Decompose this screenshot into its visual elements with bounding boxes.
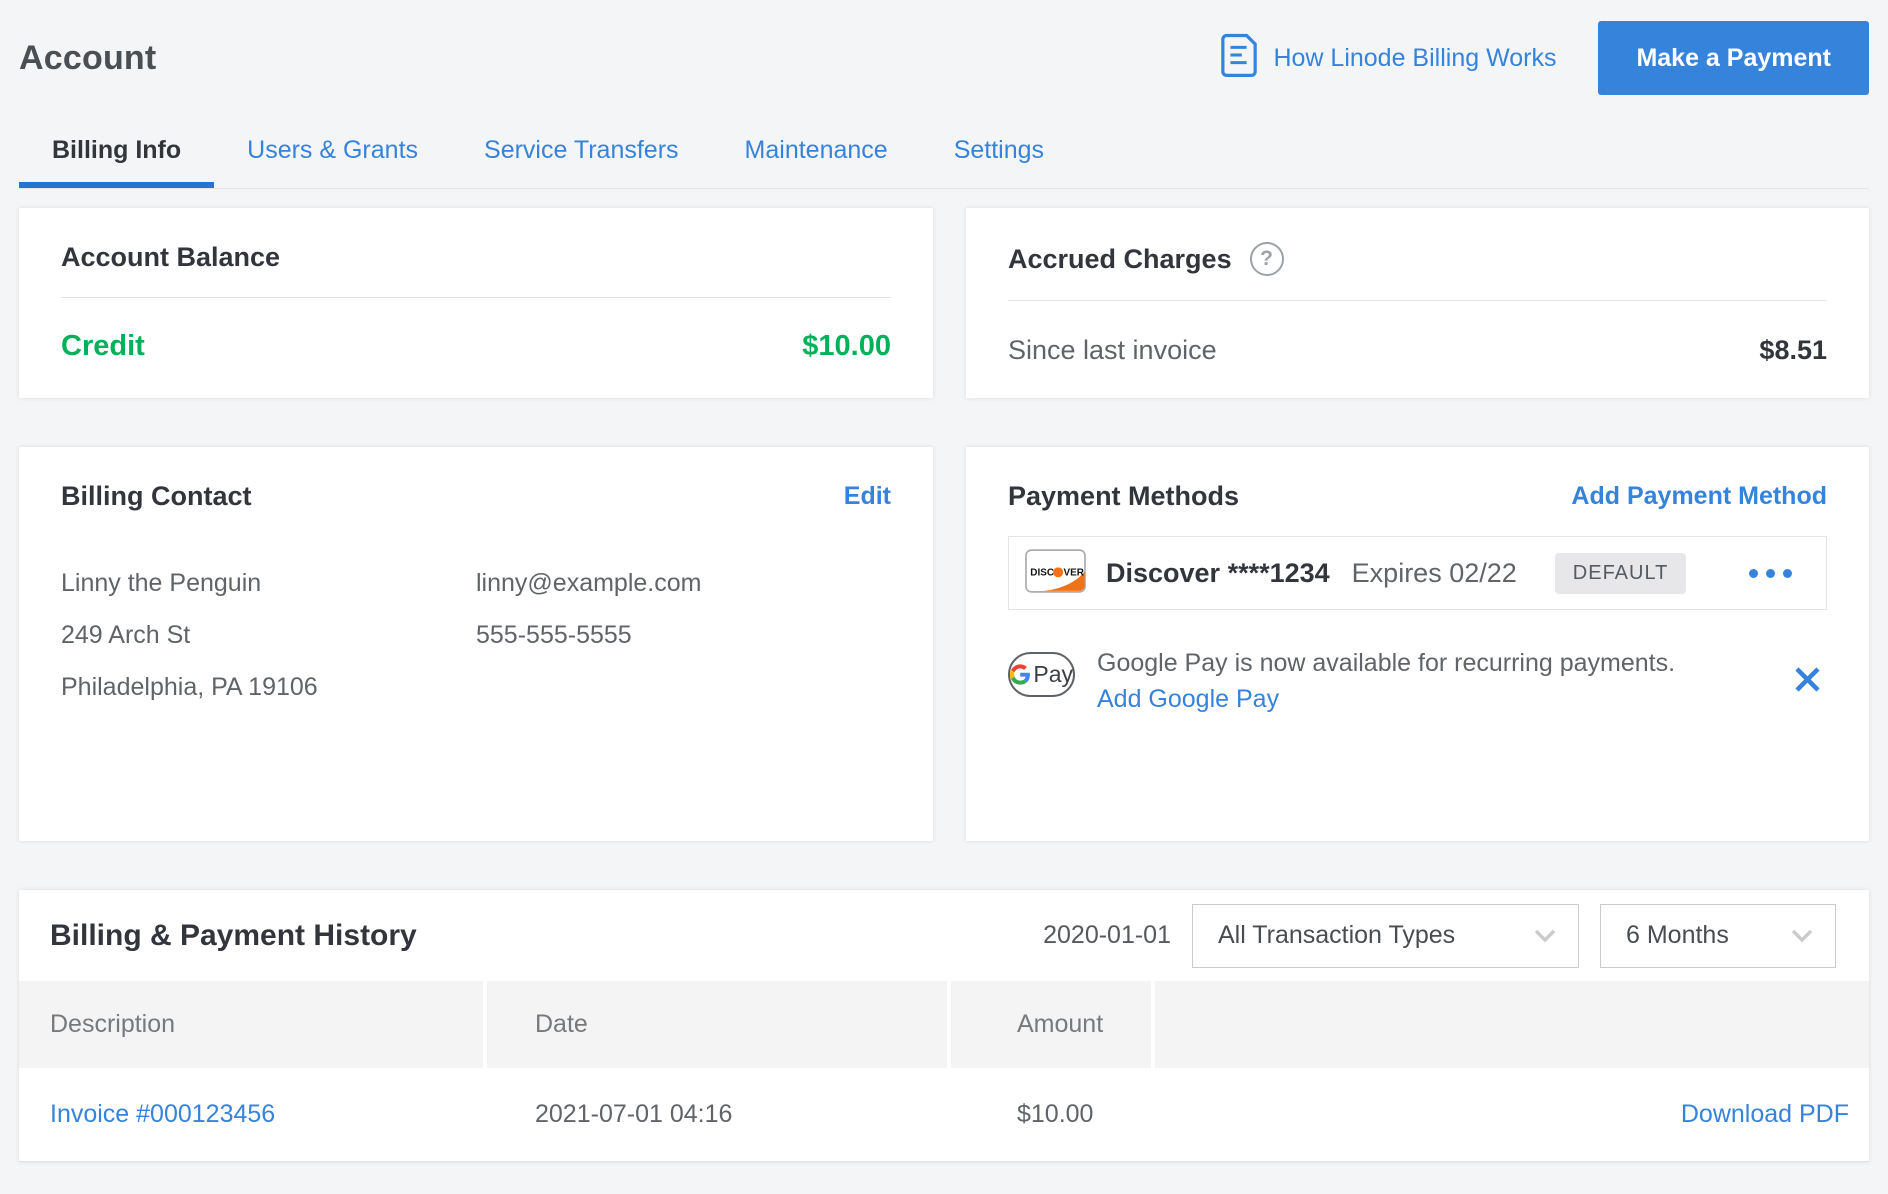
transaction-types-value: All Transaction Types [1218,921,1455,950]
edit-billing-contact-link[interactable]: Edit [844,482,891,511]
history-table-header: Description Date Amount [19,981,1869,1068]
contact-reach-column: linny@example.com 555-555-5555 [476,568,891,724]
svg-text:DISC: DISC [1030,567,1054,578]
payment-methods-card: Payment Methods Add Payment Method DISC … [966,447,1869,841]
billing-contact-details: Linny the Penguin 249 Arch St Philadelph… [61,568,891,724]
account-tabs: Billing Info Users & Grants Service Tran… [19,118,1869,189]
discover-card-icon: DISC VER [1025,549,1086,598]
google-pay-icon: Pay [1008,652,1075,697]
svg-text:VER: VER [1063,567,1083,578]
payment-method-row: DISC VER Discover ****1234 Expires 02/22… [1008,536,1827,610]
accrued-amount: $8.51 [1759,335,1827,366]
billing-history-header: Billing & Payment History 2020-01-01 All… [19,890,1869,981]
download-pdf-link[interactable]: Download PDF [1681,1100,1849,1128]
billing-contact-title: Billing Contact [61,481,252,512]
billing-contact-card: Billing Contact Edit Linny the Penguin 2… [19,447,933,841]
billing-history-title: Billing & Payment History [50,919,417,953]
header-actions: How Linode Billing Works Make a Payment [1220,21,1869,95]
column-header-amount: Amount [951,981,1151,1068]
accrued-charges-title: Accrued Charges [1008,244,1232,275]
card-divider [61,297,891,298]
account-balance-title: Account Balance [61,242,891,273]
card-expiry: Expires 02/22 [1352,558,1517,589]
credit-amount: $10.00 [802,330,891,363]
page-title: Account [19,39,156,78]
make-a-payment-button[interactable]: Make a Payment [1598,21,1869,95]
google-pay-icon-text: Pay [1033,661,1073,688]
card-divider [1008,300,1827,301]
invoice-amount: $10.00 [951,1100,1155,1129]
time-range-select[interactable]: 6 Months [1600,904,1836,968]
billing-history-panel: Billing & Payment History 2020-01-01 All… [19,890,1869,1162]
since-last-invoice-label: Since last invoice [1008,335,1217,366]
payment-method-actions-menu-icon[interactable] [1743,563,1798,584]
account-balance-card: Account Balance Credit $10.00 [19,208,933,398]
accrued-charges-card: Accrued Charges ? Since last invoice $8.… [966,208,1869,398]
payment-methods-title: Payment Methods [1008,481,1239,512]
tab-settings[interactable]: Settings [921,118,1077,188]
table-row: Invoice #000123456 2021-07-01 04:16 $10.… [19,1068,1869,1162]
account-balance-row: Credit $10.00 [61,330,891,363]
card-label: Discover ****1234 [1106,558,1330,589]
invoice-date: 2021-07-01 04:16 [487,1100,951,1129]
tab-users-grants[interactable]: Users & Grants [214,118,451,188]
accrued-charges-header: Accrued Charges ? [1008,242,1827,276]
time-range-value: 6 Months [1626,921,1729,950]
google-pay-message: Google Pay is now available for recurrin… [1097,646,1675,680]
add-google-pay-link[interactable]: Add Google Pay [1097,680,1675,718]
contact-email: linny@example.com [476,568,891,598]
tab-maintenance[interactable]: Maintenance [712,118,921,188]
page-header: Account How Linode Billing Works Make a … [0,0,1888,94]
contact-name: Linny the Penguin [61,568,476,598]
credit-label: Credit [61,330,145,363]
accrued-charges-row: Since last invoice $8.51 [1008,335,1827,366]
column-header-date: Date [487,981,947,1068]
google-pay-banner: Pay Google Pay is now available for recu… [1008,646,1827,718]
contact-address-line2: Philadelphia, PA 19106 [61,672,476,702]
add-payment-method-link[interactable]: Add Payment Method [1571,482,1827,511]
invoice-link[interactable]: Invoice #000123456 [50,1100,275,1128]
contact-address-column: Linny the Penguin 249 Arch St Philadelph… [61,568,476,724]
tab-service-transfers[interactable]: Service Transfers [451,118,712,188]
help-icon[interactable]: ? [1250,242,1284,276]
history-start-date: 2020-01-01 [1043,921,1171,950]
tab-billing-info[interactable]: Billing Info [19,118,214,188]
column-header-actions [1155,981,1869,1068]
transaction-types-select[interactable]: All Transaction Types [1192,904,1579,968]
default-badge: DEFAULT [1555,553,1687,594]
dismiss-google-pay-icon[interactable] [1788,660,1827,704]
billing-history-filters: 2020-01-01 All Transaction Types 6 Month… [1043,904,1836,968]
contact-address-line1: 249 Arch St [61,620,476,650]
billing-document-icon [1220,33,1258,84]
how-billing-works-link[interactable]: How Linode Billing Works [1220,33,1556,84]
column-header-description: Description [19,981,483,1068]
contact-phone: 555-555-5555 [476,620,891,650]
chevron-down-icon [1534,921,1556,950]
how-billing-works-label: How Linode Billing Works [1273,44,1556,73]
chevron-down-icon [1791,921,1813,950]
